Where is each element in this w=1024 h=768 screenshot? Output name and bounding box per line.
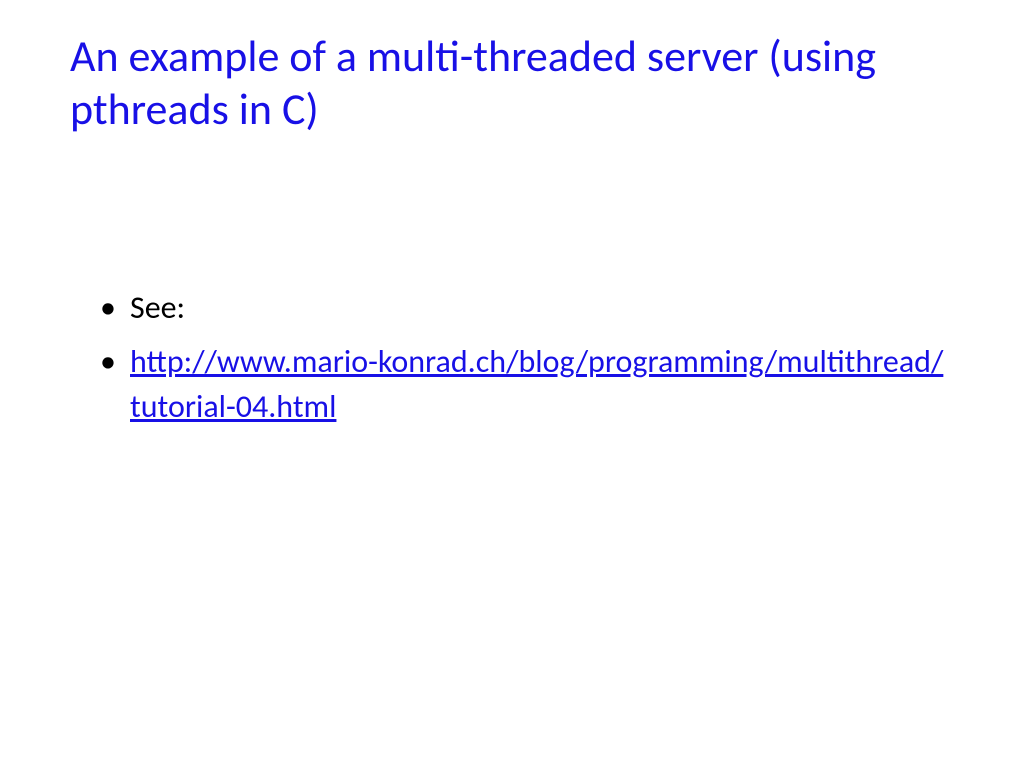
list-item: See:	[100, 286, 954, 331]
slide-title: An example of a multi-threaded server (u…	[70, 30, 954, 136]
bullet-text: See:	[130, 288, 185, 327]
tutorial-link[interactable]: http://www.mario-konrad.ch/blog/programm…	[130, 342, 943, 426]
bullet-list: See: http://www.mario-konrad.ch/blog/pro…	[70, 286, 954, 430]
list-item: http://www.mario-konrad.ch/blog/programm…	[100, 340, 954, 430]
